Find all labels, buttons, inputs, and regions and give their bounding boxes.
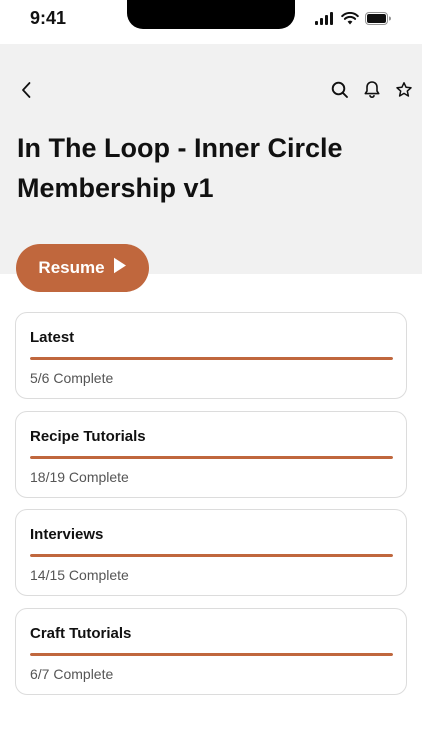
progress-fill xyxy=(30,455,393,459)
header-actions xyxy=(328,80,416,104)
progress-bar xyxy=(30,554,393,557)
status-bar: 9:41 xyxy=(0,0,422,44)
notifications-button[interactable] xyxy=(360,80,384,104)
progress-bar xyxy=(30,357,393,360)
wifi-icon xyxy=(341,12,359,30)
section-status: 5/6 Complete xyxy=(30,370,114,386)
status-icons xyxy=(315,12,392,30)
star-icon xyxy=(395,81,413,104)
section-title: Interviews xyxy=(30,526,104,543)
progress-fill xyxy=(30,554,393,557)
chevron-left-icon xyxy=(20,81,32,104)
play-icon xyxy=(113,257,127,279)
section-title: Craft Tutorials xyxy=(30,624,132,642)
section-status: 14/15 Complete xyxy=(30,567,129,583)
section-card-interviews[interactable]: Interviews 14/15 Complete xyxy=(15,509,407,596)
section-status: 6/7 Complete xyxy=(30,665,114,682)
cellular-signal-icon xyxy=(315,12,335,30)
device-notch xyxy=(127,0,295,29)
resume-button[interactable]: Resume xyxy=(16,244,149,292)
bell-icon xyxy=(363,80,381,104)
back-button[interactable] xyxy=(14,80,38,104)
search-button[interactable] xyxy=(328,80,352,104)
battery-icon xyxy=(365,12,392,30)
section-title: Recipe Tutorials xyxy=(30,427,146,445)
section-title: Latest xyxy=(30,329,75,346)
progress-bar xyxy=(30,652,393,656)
page-title: In The Loop - Inner Circle Membership v1 xyxy=(17,133,343,203)
section-card-recipe-tutorials[interactable]: Recipe Tutorials 18/19 Complete xyxy=(15,410,407,498)
section-status: 18/19 Complete xyxy=(30,468,129,485)
section-card-latest[interactable]: Latest 5/6 Complete xyxy=(15,312,407,399)
section-card-craft-tutorials[interactable]: Craft Tutorials 6/7 Complete xyxy=(15,607,407,695)
favorite-button[interactable] xyxy=(392,80,416,104)
progress-fill xyxy=(30,357,393,360)
section-list: Latest 5/6 Complete Recipe Tutorials 18/… xyxy=(15,312,407,706)
search-icon xyxy=(331,81,349,104)
status-time: 9:41 xyxy=(30,8,67,28)
progress-fill xyxy=(30,652,393,656)
resume-label: Resume xyxy=(38,258,105,277)
progress-bar xyxy=(30,455,393,459)
